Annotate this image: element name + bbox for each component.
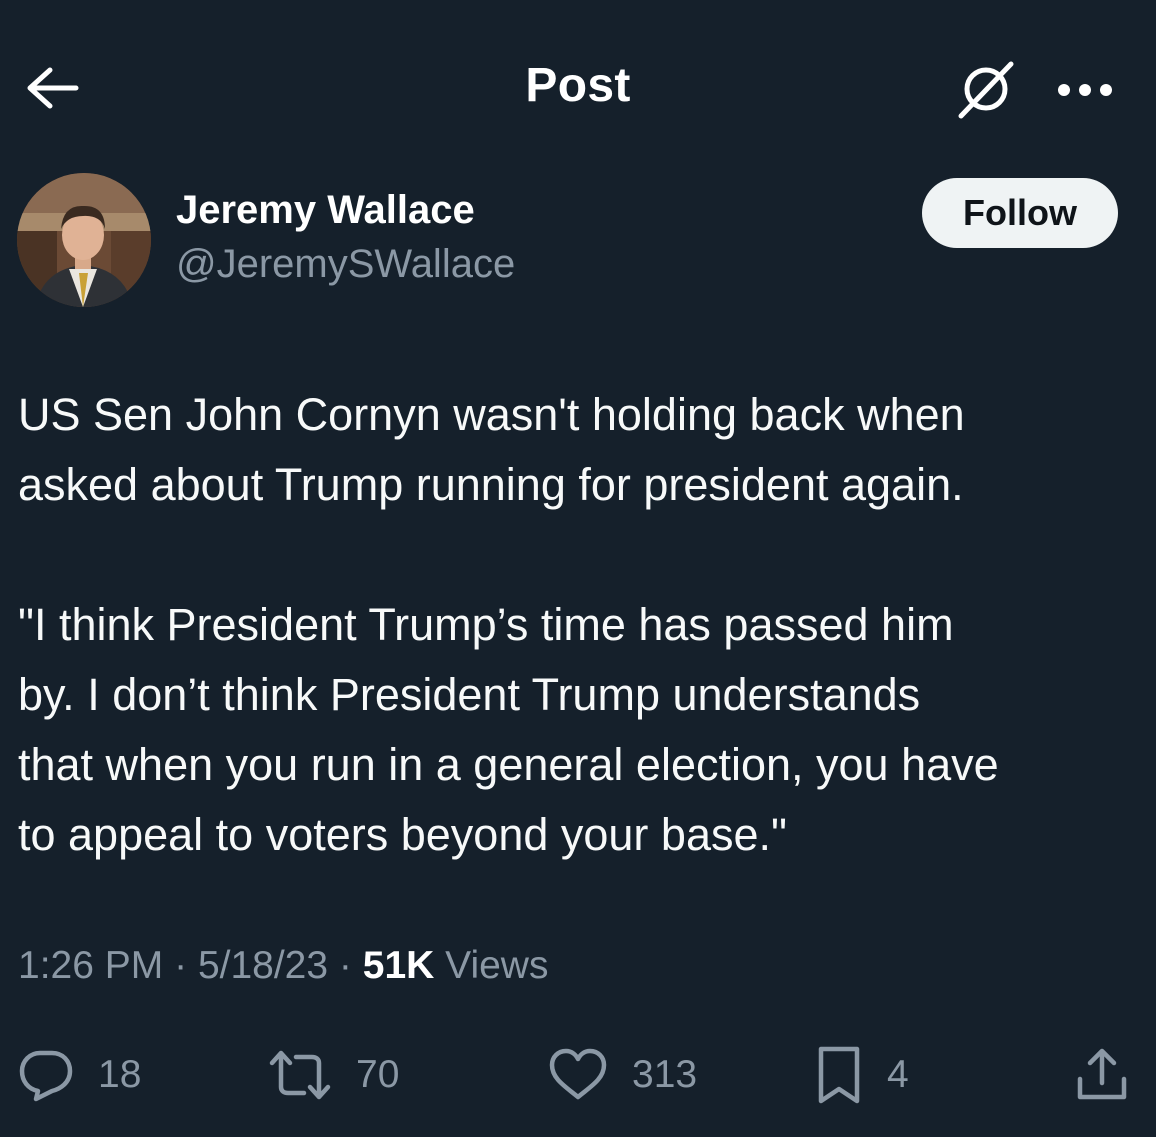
- more-button[interactable]: [1050, 60, 1120, 120]
- views-label[interactable]: Views: [445, 944, 548, 987]
- tweet-line: US Sen John Cornyn wasn't holding back w…: [18, 389, 965, 440]
- author-handle[interactable]: @JeremySWallace: [176, 242, 515, 287]
- grok-icon: [958, 61, 1014, 119]
- repost-count: 70: [356, 1053, 400, 1096]
- tweet-line: by. I don’t think President Trump unders…: [18, 669, 921, 720]
- repost-icon: [269, 1050, 331, 1100]
- post-meta: 1:26 PM · 5/18/23 · 51K Views: [18, 944, 548, 988]
- like-count: 313: [632, 1053, 698, 1096]
- reply-count: 18: [98, 1053, 142, 1096]
- post-time[interactable]: 1:26 PM: [18, 944, 163, 987]
- action-bar: 18 70 313 4: [0, 1030, 1156, 1120]
- share-button[interactable]: [1072, 1040, 1132, 1110]
- follow-button[interactable]: Follow: [922, 178, 1118, 248]
- tweet-line: that when you run in a general election,…: [18, 739, 999, 790]
- bookmark-button[interactable]: 4: [815, 1040, 909, 1110]
- like-button[interactable]: 313: [548, 1040, 697, 1110]
- bookmark-icon: [818, 1046, 860, 1104]
- reply-icon: [19, 1050, 73, 1102]
- tweet-line: to appeal to voters beyond your base.": [18, 809, 787, 860]
- top-bar: Post: [0, 0, 1156, 170]
- heart-icon: [549, 1048, 607, 1100]
- tweet-line: asked about Trump running for president …: [18, 459, 964, 510]
- meta-separator: ·: [174, 944, 188, 987]
- more-horizontal-icon: [1058, 84, 1112, 96]
- tweet-text: US Sen John Cornyn wasn't holding back w…: [18, 380, 1138, 870]
- tweet-line: "I think President Trump’s time has pass…: [18, 599, 954, 650]
- reply-button[interactable]: 18: [18, 1040, 141, 1110]
- meta-separator: ·: [338, 944, 352, 987]
- author-name[interactable]: Jeremy Wallace: [176, 188, 475, 233]
- share-icon: [1077, 1048, 1127, 1100]
- post-date[interactable]: 5/18/23: [198, 944, 328, 987]
- repost-button[interactable]: 70: [268, 1040, 399, 1110]
- views-count[interactable]: 51K: [363, 944, 435, 987]
- bookmark-count: 4: [887, 1053, 909, 1096]
- grok-button[interactable]: [950, 55, 1020, 125]
- avatar[interactable]: [17, 173, 151, 307]
